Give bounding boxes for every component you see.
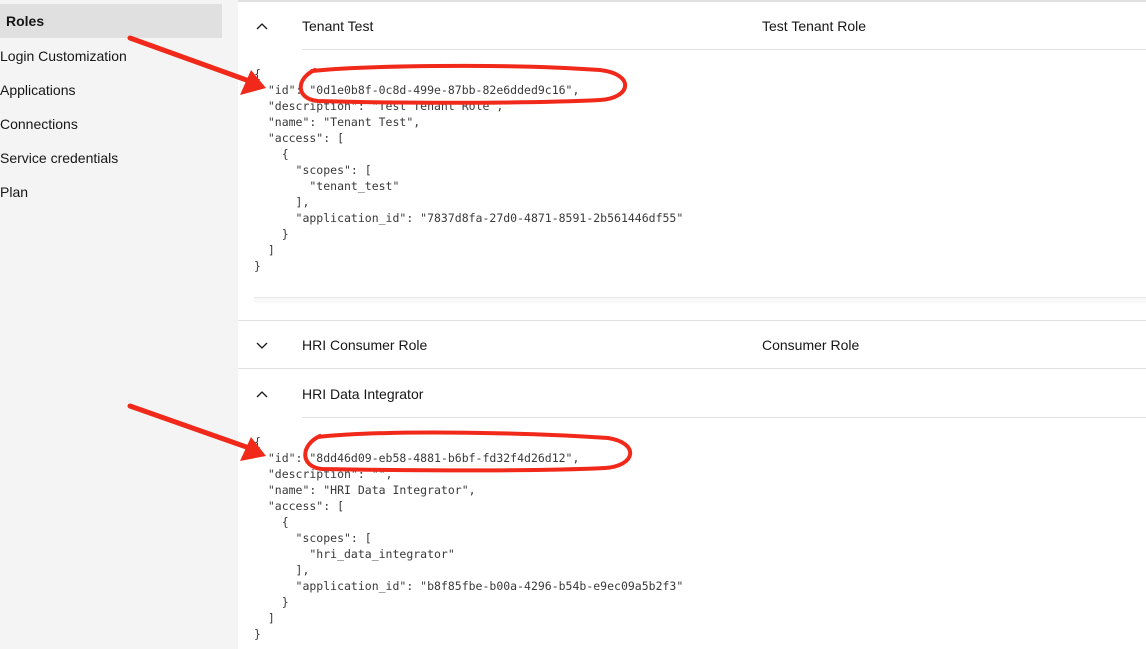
row-divider <box>302 417 1146 418</box>
sidebar: Roles Login Customization Applications C… <box>0 0 238 649</box>
sidebar-item-service-credentials[interactable]: Service credentials <box>0 141 222 175</box>
role-description: Consumer Role <box>762 337 860 353</box>
code-line: ] <box>254 611 275 625</box>
role-name: Tenant Test <box>302 18 374 34</box>
horizontal-scrollbar[interactable] <box>254 297 1146 303</box>
code-line: "description": "", <box>254 467 393 481</box>
row-divider <box>238 368 1146 369</box>
sidebar-item-roles[interactable]: Roles <box>0 4 222 38</box>
code-line: "id": "0d1e0b8f-0c8d-499e-87bb-82e6dded9… <box>254 83 580 97</box>
sidebar-item-label: Applications <box>0 82 76 98</box>
sidebar-item-label: Service credentials <box>0 150 119 166</box>
code-line: "application_id": "7837d8fa-27d0-4871-85… <box>254 211 684 225</box>
code-line: } <box>254 259 261 273</box>
code-line: ], <box>254 195 310 209</box>
sidebar-item-plan[interactable]: Plan <box>0 175 222 209</box>
code-line: { <box>254 67 261 81</box>
code-line: "tenant_test" <box>254 179 400 193</box>
chevron-down-icon[interactable] <box>255 338 269 352</box>
role-name: HRI Consumer Role <box>302 337 428 353</box>
code-line: "application_id": "b8f85fbe-b00a-4296-b5… <box>254 579 684 593</box>
row-divider <box>302 49 1146 50</box>
code-line: "access": [ <box>254 499 345 513</box>
code-line: ] <box>254 243 275 257</box>
role-row-tenant-test[interactable]: Tenant Test Test Tenant Role <box>238 2 1146 50</box>
role-row-hri-data-integrator[interactable]: HRI Data Integrator <box>238 370 1146 418</box>
code-line: "name": "HRI Data Integrator", <box>254 483 476 497</box>
sidebar-item-label: Plan <box>0 184 29 200</box>
code-line: ], <box>254 563 310 577</box>
code-line: "description": "Test Tenant Role", <box>254 99 504 113</box>
sidebar-item-connections[interactable]: Connections <box>0 107 222 141</box>
roles-list: Tenant Test Test Tenant Role { "id": "0d… <box>238 0 1146 649</box>
sidebar-item-label: Roles <box>6 13 45 29</box>
role-name: HRI Data Integrator <box>302 386 424 402</box>
role-json-hri-data-integrator: { "id": "8dd46d09-eb58-4881-b6bf-fd32f4d… <box>254 434 683 642</box>
role-description: Test Tenant Role <box>762 18 867 34</box>
sidebar-item-applications[interactable]: Applications <box>0 73 222 107</box>
code-line: "hri_data_integrator" <box>254 547 455 561</box>
code-line: } <box>254 227 289 241</box>
code-line: "name": "Tenant Test", <box>254 115 421 129</box>
code-line: { <box>254 435 261 449</box>
code-line: "id": "8dd46d09-eb58-4881-b6bf-fd32f4d26… <box>254 451 580 465</box>
chevron-up-icon[interactable] <box>255 387 269 401</box>
role-row-hri-consumer-role[interactable]: HRI Consumer Role Consumer Role <box>238 321 1146 369</box>
code-line: "access": [ <box>254 131 345 145</box>
sidebar-item-label: Login Customization <box>0 48 127 64</box>
code-line: } <box>254 595 289 609</box>
code-line: "scopes": [ <box>254 531 372 545</box>
role-json-tenant-test: { "id": "0d1e0b8f-0c8d-499e-87bb-82e6dde… <box>254 66 683 274</box>
code-line: { <box>254 147 289 161</box>
code-line: } <box>254 627 261 641</box>
sidebar-item-label: Connections <box>0 116 78 132</box>
sidebar-item-login-customization[interactable]: Login Customization <box>0 39 222 73</box>
chevron-up-icon[interactable] <box>255 19 269 33</box>
code-line: "scopes": [ <box>254 163 372 177</box>
code-line: { <box>254 515 289 529</box>
